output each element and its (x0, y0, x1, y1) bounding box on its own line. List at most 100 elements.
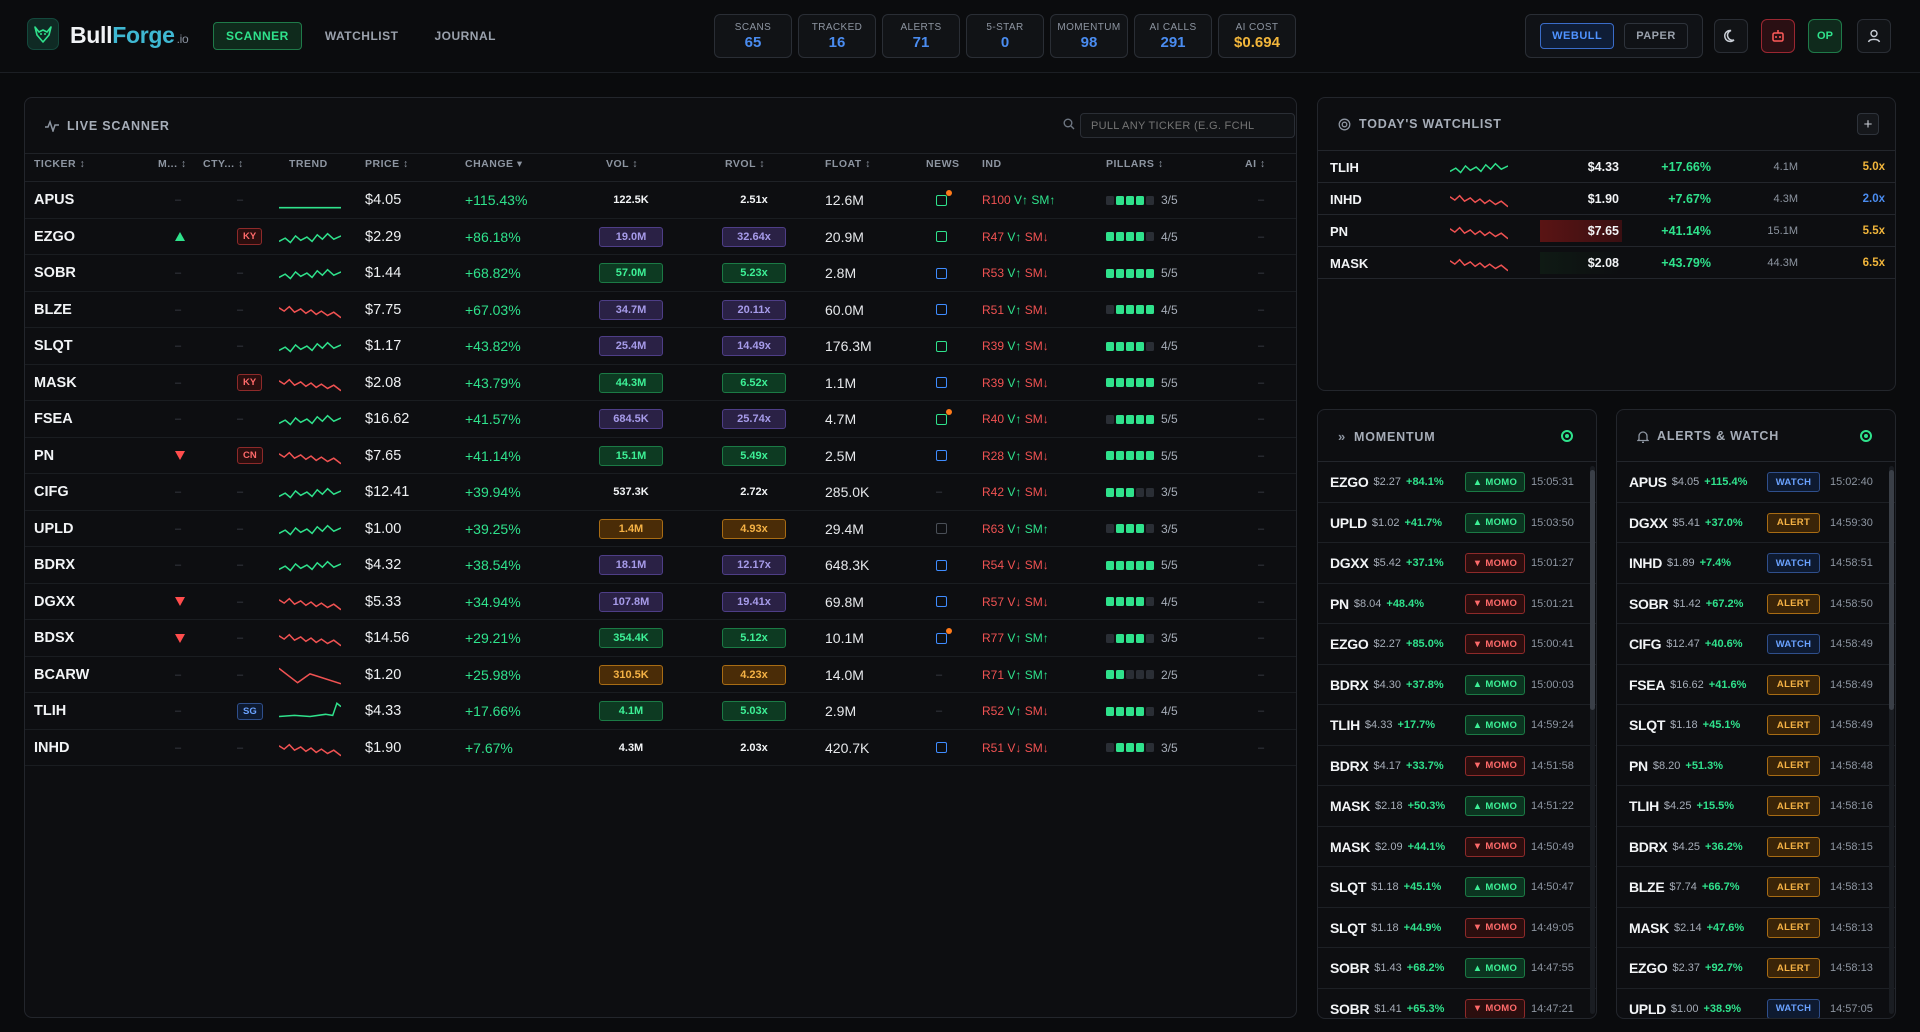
hot-news-icon[interactable] (936, 408, 952, 425)
ticker-cell[interactable]: PN (1330, 215, 1348, 247)
watchlist-row[interactable]: MASK $2.08 +43.79% 44.3M 6.5x (1318, 247, 1895, 279)
ticker-label[interactable]: BLZE (1629, 879, 1665, 895)
ticker-label[interactable]: INHD (1629, 555, 1662, 571)
ticker-label[interactable]: SOBR (1330, 1001, 1370, 1017)
ticker-label[interactable]: DGXX (1330, 555, 1369, 571)
tab-journal[interactable]: JOURNAL (421, 22, 509, 50)
table-row[interactable]: EZGO KY $2.29 +86.18% 19.0M 32.64x 20.9M R47 V↑… (25, 219, 1296, 255)
alert-item[interactable]: PN $8.20 +51.3% ALERT 14:58:48 (1617, 746, 1895, 786)
ticker-label[interactable]: MASK (1629, 920, 1669, 936)
ticker-cell[interactable]: MASK (34, 365, 77, 401)
news-cell[interactable] (936, 547, 947, 583)
ticker-cell[interactable]: SLQT (34, 328, 73, 364)
ticker-cell[interactable]: DGXX (34, 584, 75, 620)
news-icon[interactable] (936, 231, 947, 242)
table-row[interactable]: BCARW – – $1.20 +25.98% 310.5K 4.23x 14.0M – R71 … (25, 657, 1296, 693)
col-pillars[interactable]: PILLARS ↕ (1106, 158, 1164, 170)
ticker-cell[interactable]: CIFG (34, 474, 69, 510)
col-ticker[interactable]: TICKER ↕ (34, 158, 85, 170)
momentum-item[interactable]: DGXX $5.42 +37.1% ▼ MOMO 15:01:27 (1318, 543, 1596, 584)
col-float[interactable]: FLOAT ↕ (825, 158, 871, 170)
ticker-label[interactable]: TLIH (1330, 717, 1360, 733)
ticker-label[interactable]: CIFG (1629, 636, 1662, 652)
watchlist-row[interactable]: INHD $1.90 +7.67% 4.3M 2.0x (1318, 183, 1895, 215)
momentum-item[interactable]: PN $8.04 +48.4% ▼ MOMO 15:01:21 (1318, 584, 1596, 624)
alert-item[interactable]: APUS $4.05 +115.4% WATCH 15:02:40 (1617, 462, 1895, 503)
ticker-label[interactable]: PN (1330, 596, 1349, 612)
momentum-item[interactable]: SLQT $1.18 +44.9% ▼ MOMO 14:49:05 (1318, 908, 1596, 948)
alerts-settings-icon[interactable] (1860, 430, 1872, 442)
webull-button[interactable]: WEBULL (1540, 23, 1615, 49)
table-row[interactable]: FSEA – – $16.62 +41.57% 684.5K 25.74x 4.7M R40 V… (25, 401, 1296, 438)
ticker-label[interactable]: BDRX (1330, 758, 1369, 774)
momentum-item[interactable]: BDRX $4.17 +33.7% ▼ MOMO 14:51:58 (1318, 746, 1596, 786)
ticker-cell[interactable]: UPLD (34, 511, 73, 547)
momentum-item[interactable]: UPLD $1.02 +41.7% ▲ MOMO 15:03:50 (1318, 503, 1596, 543)
news-icon[interactable] (936, 596, 947, 607)
ticker-label[interactable]: PN (1629, 758, 1648, 774)
news-cell[interactable] (936, 438, 947, 474)
ticker-cell[interactable]: INHD (1330, 183, 1362, 215)
watchlist-row[interactable]: TLIH $4.33 +17.66% 4.1M 5.0x (1318, 151, 1895, 183)
table-row[interactable]: APUS – – $4.05 +115.43% 122.5K 2.51x 12.6M R100 … (25, 182, 1296, 219)
ticker-label[interactable]: EZGO (1330, 474, 1369, 490)
tab-watchlist[interactable]: WATCHLIST (312, 22, 412, 50)
col-m[interactable]: M... ↕ (158, 158, 187, 170)
col-cty[interactable]: CTY... ↕ (203, 158, 244, 170)
alert-item[interactable]: CIFG $12.47 +40.6% WATCH 14:58:49 (1617, 624, 1895, 665)
news-cell[interactable] (936, 255, 947, 291)
news-cell[interactable] (936, 292, 947, 328)
table-row[interactable]: BDRX – – $4.32 +38.54% 18.1M 12.17x 648.3K R54 V… (25, 547, 1296, 584)
alert-item[interactable]: INHD $1.89 +7.4% WATCH 14:58:51 (1617, 543, 1895, 584)
robot-button[interactable] (1761, 19, 1795, 53)
ticker-cell[interactable]: EZGO (34, 219, 75, 255)
table-row[interactable]: MASK – KY $2.08 +43.79% 44.3M 6.52x 1.1M R39 V↑ … (25, 365, 1296, 401)
alert-item[interactable]: EZGO $2.37 +92.7% ALERT 14:58:13 (1617, 948, 1895, 989)
ticker-cell[interactable]: PN (34, 438, 54, 474)
ticker-cell[interactable]: BCARW (34, 657, 89, 693)
momentum-item[interactable]: SOBR $1.41 +65.3% ▼ MOMO 14:47:21 (1318, 989, 1596, 1018)
news-cell[interactable] (936, 219, 947, 255)
ticker-label[interactable]: BDRX (1330, 677, 1369, 693)
ticker-label[interactable]: TLIH (1629, 798, 1659, 814)
news-cell[interactable]: – (936, 693, 942, 729)
ticker-label[interactable]: SOBR (1330, 960, 1370, 976)
ticker-label[interactable]: SLQT (1629, 717, 1665, 733)
momentum-item[interactable]: EZGO $2.27 +84.1% ▲ MOMO 15:05:31 (1318, 462, 1596, 503)
hot-news-icon[interactable] (936, 627, 952, 644)
ticker-label[interactable]: EZGO (1330, 636, 1369, 652)
alert-item[interactable]: DGXX $5.41 +37.0% ALERT 14:59:30 (1617, 503, 1895, 543)
table-row[interactable]: BDSX – $14.56 +29.21% 354.4K 5.12x 10.1M R77 V↑… (25, 620, 1296, 657)
news-cell[interactable] (936, 365, 947, 401)
news-cell[interactable]: – (936, 474, 942, 510)
momentum-item[interactable]: SLQT $1.18 +45.1% ▲ MOMO 14:50:47 (1318, 867, 1596, 908)
ticker-label[interactable]: APUS (1629, 474, 1667, 490)
ticker-cell[interactable]: SOBR (34, 255, 76, 291)
theme-toggle-button[interactable] (1714, 19, 1748, 53)
col-price[interactable]: PRICE ↕ (365, 158, 409, 170)
news-cell[interactable] (936, 730, 947, 766)
alert-item[interactable]: BLZE $7.74 +66.7% ALERT 14:58:13 (1617, 867, 1895, 908)
ticker-label[interactable]: SLQT (1330, 879, 1366, 895)
tab-scanner[interactable]: SCANNER (213, 22, 302, 50)
hot-news-icon[interactable] (936, 189, 952, 206)
momentum-item[interactable]: MASK $2.09 +44.1% ▼ MOMO 14:50:49 (1318, 827, 1596, 867)
ticker-label[interactable]: DGXX (1629, 515, 1668, 531)
alert-item[interactable]: SLQT $1.18 +45.1% ALERT 14:58:49 (1617, 705, 1895, 746)
momentum-item[interactable]: EZGO $2.27 +85.0% ▼ MOMO 15:00:41 (1318, 624, 1596, 665)
ticker-cell[interactable]: BDSX (34, 620, 74, 656)
watchlist-row[interactable]: PN $7.65 +41.14% 15.1M 5.5x (1318, 215, 1895, 247)
table-row[interactable]: TLIH – SG $4.33 +17.66% 4.1M 5.03x 2.9M – R52 V↑ … (25, 693, 1296, 730)
news-cell[interactable] (936, 620, 952, 656)
ticker-label[interactable]: BDRX (1629, 839, 1668, 855)
ticker-label[interactable]: UPLD (1629, 1001, 1666, 1017)
ticker-cell[interactable]: MASK (1330, 247, 1368, 279)
news-icon[interactable] (936, 450, 947, 461)
news-icon[interactable] (936, 523, 947, 534)
op-button[interactable]: OP (1808, 19, 1842, 53)
news-cell[interactable] (936, 511, 947, 547)
news-cell[interactable] (936, 584, 947, 620)
alert-item[interactable]: MASK $2.14 +47.6% ALERT 14:58:13 (1617, 908, 1895, 948)
add-watchlist-button[interactable]: + (1857, 113, 1879, 135)
col-ai[interactable]: AI ↕ (1245, 158, 1266, 170)
